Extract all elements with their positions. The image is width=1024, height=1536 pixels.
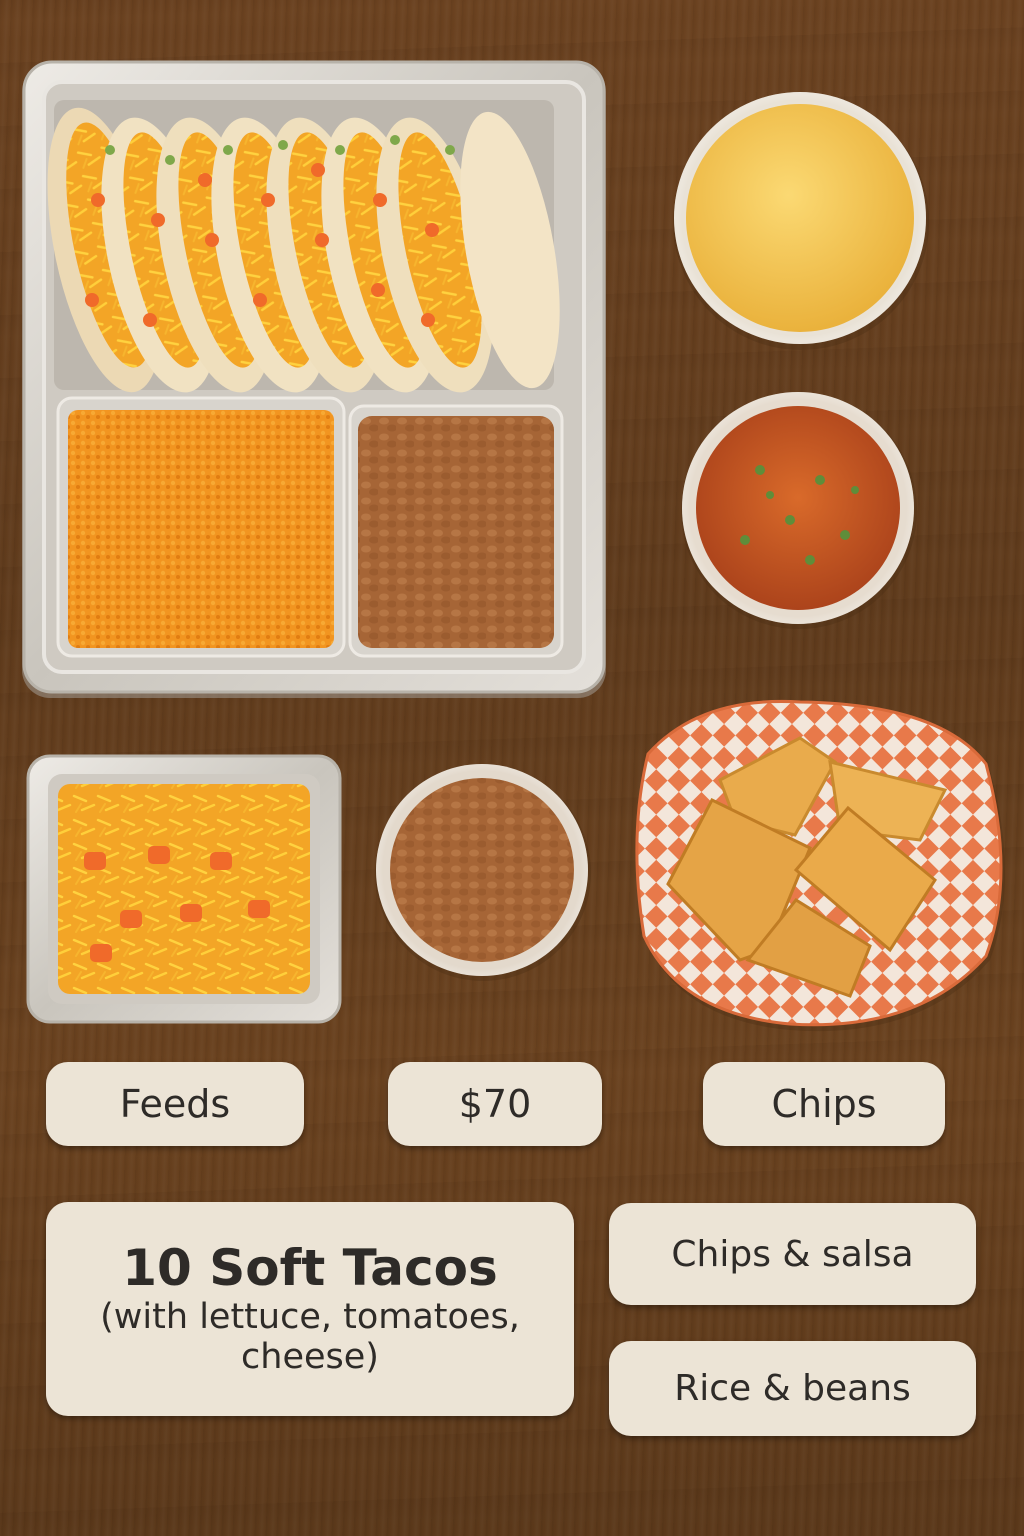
chips-label: Chips [703, 1062, 945, 1146]
refried-beans [358, 416, 554, 648]
rice [68, 410, 334, 648]
chips-basket [635, 699, 1005, 1032]
beans-cup [375, 764, 591, 981]
cheese-tray [26, 754, 342, 1024]
chips-salsa-label: Chips & salsa [609, 1203, 976, 1305]
tacos-title: 10 Soft Tacos [122, 1239, 498, 1297]
queso-cup [673, 92, 929, 350]
rice-beans-text: Rice & beans [674, 1368, 911, 1409]
tacos-label: 10 Soft Tacos (with lettuce, tomatoes, c… [46, 1202, 574, 1416]
feeds-label: Feeds [46, 1062, 304, 1146]
salsa-cup [681, 392, 917, 629]
feeds-text: Feeds [119, 1082, 231, 1126]
tacos-sub-line-1: (with lettuce, tomatoes, [100, 1296, 520, 1337]
price-text: $70 [458, 1082, 532, 1126]
chips-salsa-text: Chips & salsa [671, 1233, 914, 1275]
tacos-sub-line-2: cheese) [241, 1337, 379, 1378]
rice-beans-label: Rice & beans [609, 1341, 976, 1436]
chips-text: Chips [771, 1082, 877, 1126]
taco-tray [22, 60, 606, 698]
soft-tacos [47, 100, 560, 393]
price-label: $70 [388, 1062, 602, 1146]
